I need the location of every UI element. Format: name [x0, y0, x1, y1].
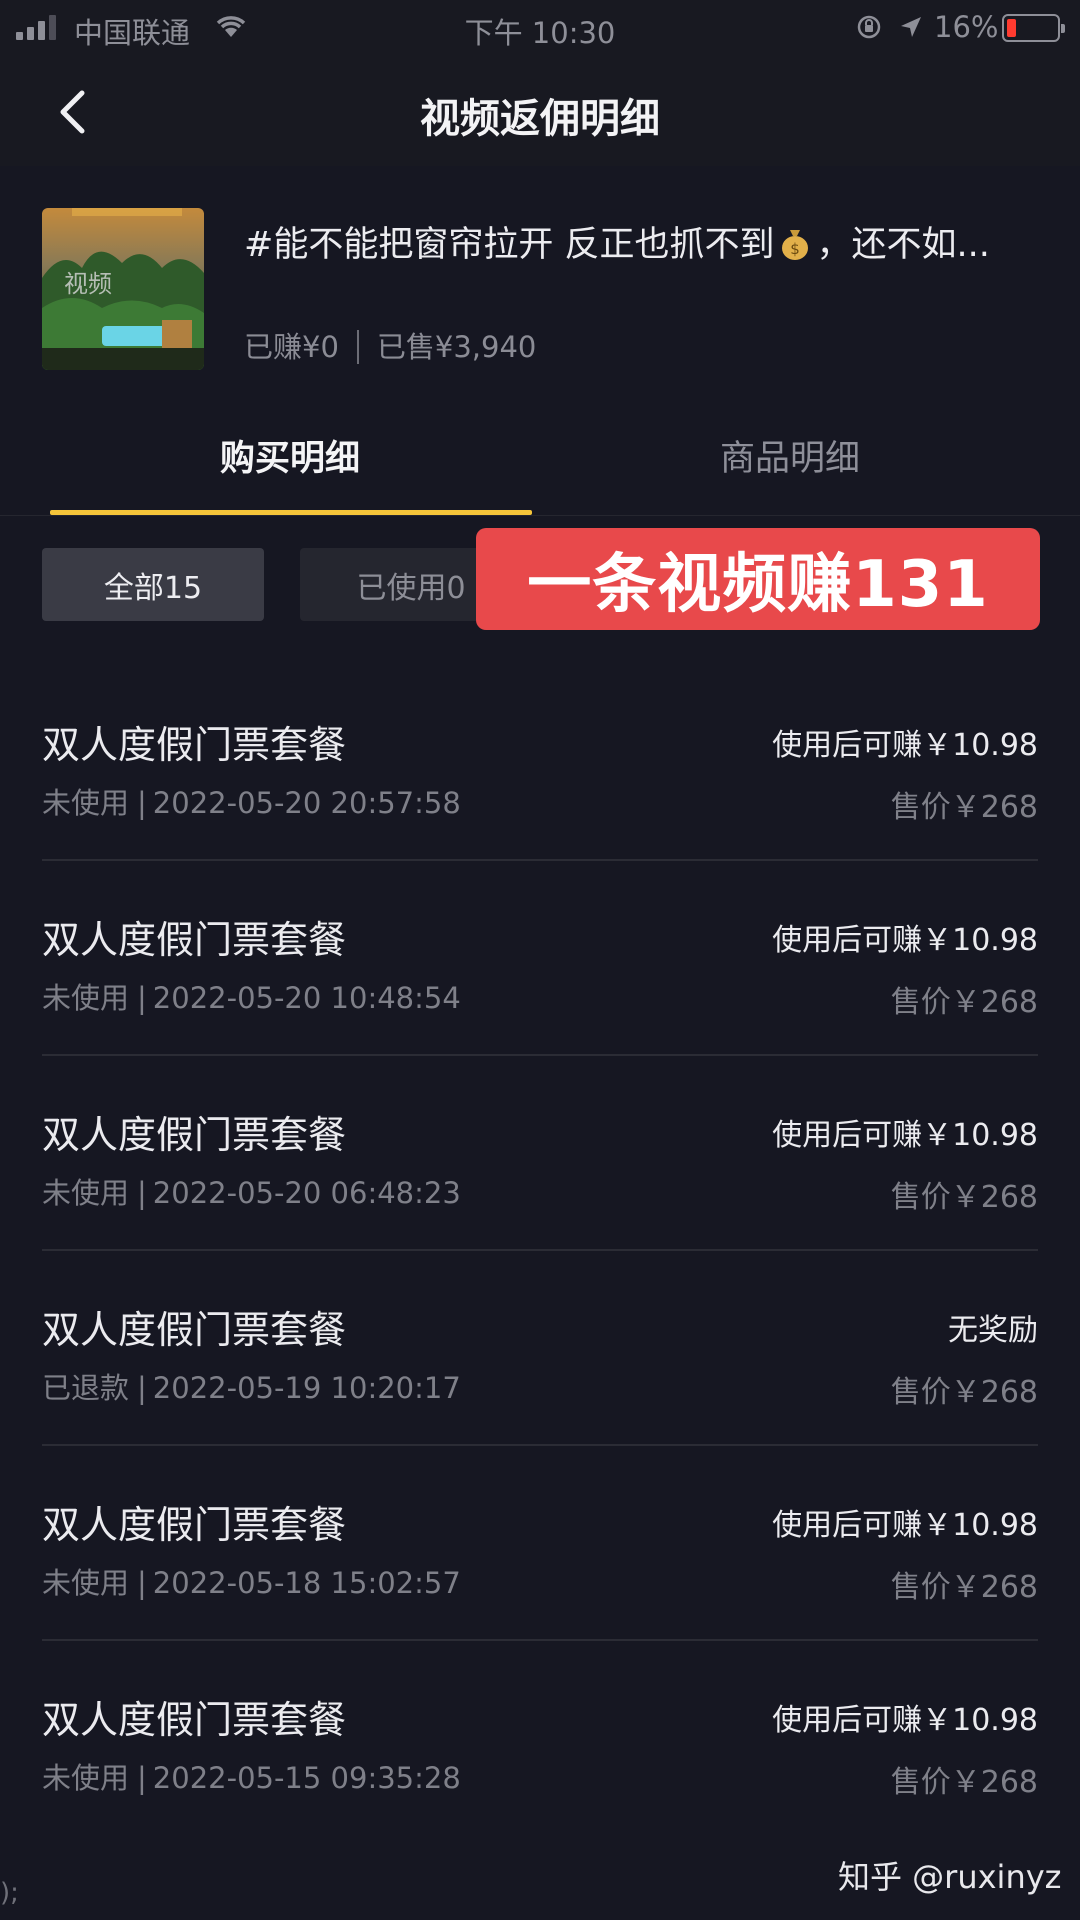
nav-header: 视频返佣明细 [0, 56, 1080, 166]
order-name: 双人度假门票套餐 [42, 1308, 347, 1352]
order-datetime: 2022-05-20 10:48:54 [152, 981, 461, 1015]
order-status: 未使用 [42, 1176, 130, 1210]
order-name: 双人度假门票套餐 [42, 723, 347, 767]
order-meta: 未使用 | 2022-05-20 20:57:58 [42, 780, 461, 822]
order-price: 售价￥268 [890, 1375, 1038, 1410]
video-stats: 已赚¥0 已售¥3,940 [244, 324, 536, 366]
order-datetime: 2022-05-20 06:48:23 [152, 1176, 461, 1210]
order-price: 售价￥268 [890, 1570, 1038, 1605]
video-title-text: #能不能把窗帘拉开 反正也抓不到 [244, 225, 775, 265]
filter-all[interactable]: 全部15 [42, 548, 264, 621]
meta-separator: | [137, 1176, 147, 1210]
order-meta: 未使用 | 2022-05-15 09:35:28 [42, 1755, 461, 1797]
meta-separator: | [137, 1566, 147, 1600]
order-meta: 未使用 | 2022-05-18 15:02:57 [42, 1560, 461, 1602]
order-name: 双人度假门票套餐 [42, 1698, 347, 1742]
order-datetime: 2022-05-19 10:20:17 [152, 1371, 461, 1405]
watermark: 知乎 @ruxinyz [838, 1858, 1062, 1896]
battery-percent: 16% [934, 10, 999, 44]
order-reward: 无奖励 [948, 1313, 1038, 1348]
order-status: 已退款 [42, 1371, 130, 1405]
svg-text:$: $ [791, 240, 801, 258]
meta-separator: | [137, 1371, 147, 1405]
order-row[interactable]: 双人度假门票套餐 已退款 | 2022-05-19 10:20:17 无奖励 售价￥… [42, 1251, 1038, 1446]
stats-separator [356, 330, 359, 364]
meta-separator: | [137, 786, 147, 820]
order-datetime: 2022-05-15 09:35:28 [152, 1761, 461, 1795]
order-row[interactable]: 双人度假门票套餐 未使用 | 2022-05-20 10:48:54 使用后可赚￥1… [42, 861, 1038, 1056]
order-name: 双人度假门票套餐 [42, 1503, 347, 1547]
battery-icon [1002, 14, 1065, 42]
order-price: 售价￥268 [890, 985, 1038, 1020]
video-title[interactable]: #能不能把窗帘拉开 反正也抓不到 $ ，还不如... [244, 216, 1044, 267]
order-meta: 未使用 | 2022-05-20 06:48:23 [42, 1170, 461, 1212]
order-reward: 使用后可赚￥10.98 [772, 728, 1038, 763]
order-datetime: 2022-05-20 20:57:58 [152, 786, 461, 820]
order-name: 双人度假门票套餐 [42, 918, 347, 962]
money-bag-icon: $ [782, 230, 809, 260]
tab-purchase-details[interactable]: 购买明细 [0, 430, 580, 481]
order-name: 双人度假门票套餐 [42, 1113, 347, 1157]
order-row[interactable]: 双人度假门票套餐 未使用 | 2022-05-20 20:57:58 使用后可赚￥1… [42, 666, 1038, 861]
video-card[interactable]: 视频 #能不能把窗帘拉开 反正也抓不到 $ ，还不如... 已赚¥0 已售¥3,940 [0, 166, 1080, 406]
location-icon [898, 13, 924, 47]
order-row[interactable]: 双人度假门票套餐 未使用 | 2022-05-18 15:02:57 使用后可赚￥1… [42, 1446, 1038, 1641]
promo-banner: 一条视频赚131 [476, 528, 1040, 630]
page: 中国联通 下午 10:30 16% 视频返佣明细 视频 #能不能把窗帘拉开 反正… [0, 0, 1080, 1920]
sold-amount: 已售¥3,940 [376, 330, 537, 364]
order-meta: 未使用 | 2022-05-20 10:48:54 [42, 975, 461, 1017]
order-status: 未使用 [42, 786, 130, 820]
edge-mark: ); [0, 1878, 19, 1908]
order-datetime: 2022-05-18 15:02:57 [152, 1566, 461, 1600]
order-status: 未使用 [42, 1761, 130, 1795]
order-price: 售价￥268 [890, 790, 1038, 825]
battery-level [1007, 19, 1016, 37]
order-row[interactable]: 双人度假门票套餐 未使用 | 2022-05-15 09:35:28 使用后可赚￥1… [42, 1641, 1038, 1836]
order-status: 未使用 [42, 981, 130, 1015]
tab-product-details[interactable]: 商品明细 [540, 430, 1040, 481]
status-bar: 中国联通 下午 10:30 16% [0, 0, 1080, 56]
page-title: 视频返佣明细 [420, 96, 660, 142]
orientation-lock-icon [856, 13, 882, 47]
order-row[interactable]: 双人度假门票套餐 未使用 | 2022-05-20 06:48:23 使用后可赚￥1… [42, 1056, 1038, 1251]
order-reward: 使用后可赚￥10.98 [772, 1118, 1038, 1153]
video-thumbnail[interactable]: 视频 [42, 208, 204, 370]
order-price: 售价￥268 [890, 1180, 1038, 1215]
order-reward: 使用后可赚￥10.98 [772, 1703, 1038, 1738]
meta-separator: | [137, 1761, 147, 1795]
meta-separator: | [137, 981, 147, 1015]
order-status: 未使用 [42, 1566, 130, 1600]
order-price: 售价￥268 [890, 1765, 1038, 1800]
order-reward: 使用后可赚￥10.98 [772, 923, 1038, 958]
earned-amount: 已赚¥0 [244, 330, 339, 364]
thumbnail-label: 视频 [64, 270, 112, 298]
video-title-suffix: ，还不如... [816, 225, 990, 265]
order-reward: 使用后可赚￥10.98 [772, 1508, 1038, 1543]
tab-divider [0, 515, 1080, 516]
order-meta: 已退款 | 2022-05-19 10:20:17 [42, 1365, 461, 1407]
